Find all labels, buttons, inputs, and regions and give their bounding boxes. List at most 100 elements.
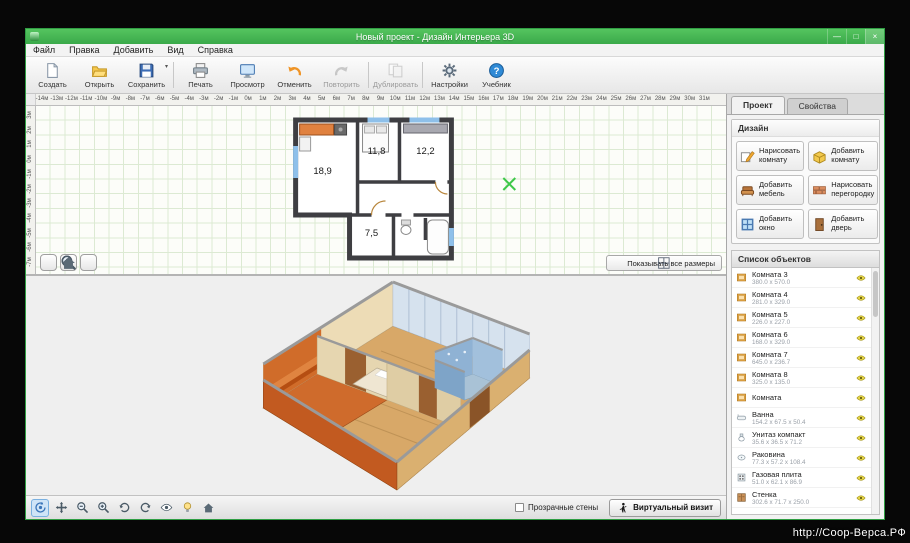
- stove-object-icon: [736, 472, 747, 483]
- object-dimensions: 380.0 x 570.0: [752, 278, 791, 286]
- objects-list-scrollbar[interactable]: [871, 268, 879, 514]
- bath-object-icon: [736, 412, 747, 423]
- menu-item-file[interactable]: Файл: [26, 44, 62, 56]
- menu-item-edit[interactable]: Правка: [62, 44, 106, 56]
- new-icon: [44, 62, 61, 79]
- lighting-tool-button[interactable]: [178, 499, 196, 517]
- zoom-in-3d-tool-button[interactable]: [94, 499, 112, 517]
- add-door-button[interactable]: Добавить дверь: [808, 209, 879, 239]
- rotate-right-tool-button[interactable]: [136, 499, 154, 517]
- add-window-label: Добавить окно: [759, 214, 793, 232]
- checkbox-box[interactable]: [515, 503, 524, 512]
- scrollbar-thumb[interactable]: [873, 271, 878, 317]
- visibility-eye-icon[interactable]: [855, 413, 867, 423]
- room-object-icon: [736, 272, 747, 283]
- objects-list[interactable]: Комната 3 380.0 x 570.0 Комната 4 281.0 x 3…: [731, 268, 880, 515]
- object-info: Стенка 302.6 x 71.7 x 250.0: [752, 490, 850, 506]
- undo-button[interactable]: Отменить: [271, 58, 318, 92]
- object-row[interactable]: Комната 7 645.0 x 236.7: [732, 348, 871, 368]
- title-bar[interactable]: Новый проект - Дизайн Интерьера 3D — □ ×: [26, 29, 884, 44]
- draw-partition-button[interactable]: Нарисовать перегородку: [808, 175, 879, 205]
- object-dimensions: 302.6 x 71.7 x 250.0: [752, 498, 810, 506]
- object-row[interactable]: Ванна 154.2 x 67.5 x 50.4: [732, 408, 871, 428]
- plan-2d-view[interactable]: 3м 2м 1м 0м -1м -2м -3м -4м -5м -6м -7м: [26, 106, 726, 274]
- view-mode-tool-button[interactable]: [157, 499, 175, 517]
- visibility-eye-icon[interactable]: [855, 453, 867, 463]
- tutorial-button[interactable]: ? Учебник: [473, 58, 520, 92]
- visibility-eye-icon[interactable]: [855, 493, 867, 503]
- preview-button[interactable]: Просмотр: [224, 58, 271, 92]
- object-row[interactable]: Унитаз компакт 35.6 x 36.5 x 71.2: [732, 428, 871, 448]
- visibility-eye-icon[interactable]: [855, 273, 867, 283]
- visibility-eye-icon[interactable]: [855, 373, 867, 383]
- new-button[interactable]: Создать: [29, 58, 76, 92]
- object-row[interactable]: Газовая плита 51.0 x 62.1 x 86.9: [732, 468, 871, 488]
- room-object-icon: [736, 352, 747, 363]
- visibility-eye-icon[interactable]: [855, 433, 867, 443]
- rotate-left-tool-button[interactable]: [115, 499, 133, 517]
- visibility-eye-icon[interactable]: [855, 333, 867, 343]
- object-row[interactable]: Комната 3 380.0 x 570.0: [732, 268, 871, 288]
- show-all-sizes-button[interactable]: Показывать все размеры: [606, 255, 722, 271]
- home-2d-button[interactable]: [62, 254, 97, 271]
- minimize-button[interactable]: —: [827, 29, 846, 44]
- open-icon: [91, 62, 108, 79]
- object-row[interactable]: Комната 8 325.0 x 135.0: [732, 368, 871, 388]
- visibility-eye-icon[interactable]: [855, 313, 867, 323]
- object-row[interactable]: Комната 6 168.0 x 329.0: [732, 328, 871, 348]
- home-3d-tool-button[interactable]: [199, 499, 217, 517]
- print-button[interactable]: Печать: [177, 58, 224, 92]
- h-ruler-label: -12м: [65, 96, 78, 102]
- open-button[interactable]: Открыть: [76, 58, 123, 92]
- object-row[interactable]: Комната 4 281.0 x 329.0: [732, 288, 871, 308]
- menu-item-help[interactable]: Справка: [191, 44, 240, 56]
- add-window-button[interactable]: Добавить окно: [736, 209, 805, 239]
- object-row[interactable]: Стенка 302.6 x 71.7 x 250.0: [732, 488, 871, 508]
- cursor-cross-icon: [502, 177, 517, 191]
- plan-grid[interactable]: 18,9 11,8 12,2 7,5 Показывать все размеры: [36, 106, 726, 274]
- transparent-walls-checkbox[interactable]: Прозрачные стены: [515, 503, 598, 512]
- tab-properties[interactable]: Свойства: [786, 98, 848, 114]
- object-dimensions: 281.0 x 329.0: [752, 298, 791, 306]
- add-room-button[interactable]: Добавить комнату: [808, 141, 879, 171]
- view-3d[interactable]: [26, 276, 726, 495]
- draw-room-button[interactable]: Нарисовать комнату: [736, 141, 805, 171]
- main-area: -14м -13м -12м -11м -10м -9м -8м -7м -6м -5м -4м -3…: [26, 94, 884, 519]
- object-row[interactable]: Раковина 77.3 x 57.2 x 108.4: [732, 448, 871, 468]
- tab-project[interactable]: Проект: [731, 96, 785, 114]
- add-furniture-button[interactable]: Добавить мебель: [736, 175, 805, 205]
- pan-tool-button[interactable]: [52, 499, 70, 517]
- menu-item-view[interactable]: Вид: [160, 44, 190, 56]
- pan-icon: [55, 501, 68, 514]
- ruler-corner: [26, 94, 36, 105]
- h-ruler-label: 2м: [273, 96, 282, 102]
- h-ruler-label: 18м: [507, 96, 519, 102]
- object-name: Комната 6: [752, 329, 788, 339]
- visibility-eye-icon[interactable]: [855, 393, 867, 403]
- orbit-tool-button[interactable]: [31, 498, 49, 517]
- maximize-button[interactable]: □: [846, 29, 865, 44]
- v-ruler-label: 2м: [27, 125, 33, 134]
- object-row[interactable]: Комната 5 226.0 x 227.0: [732, 308, 871, 328]
- visibility-eye-icon[interactable]: [855, 473, 867, 483]
- visibility-eye-icon[interactable]: [855, 293, 867, 303]
- object-info: Комната 5 226.0 x 227.0: [752, 310, 850, 326]
- visibility-eye-icon[interactable]: [855, 353, 867, 363]
- save-button[interactable]: Сохранить ▾: [123, 58, 170, 92]
- add-furniture-icon: [740, 183, 755, 198]
- object-row[interactable]: Комната: [732, 388, 871, 408]
- horizontal-ruler: -14м -13м -12м -11м -10м -9м -8м -7м -6м -5м -4м -3…: [26, 94, 726, 106]
- virtual-tour-button[interactable]: Виртуальный визит: [609, 498, 721, 517]
- print-icon: [192, 62, 209, 79]
- settings-button[interactable]: Настройки: [426, 58, 473, 92]
- zoom-out-3d-tool-button[interactable]: [73, 499, 91, 517]
- close-button[interactable]: ×: [865, 29, 884, 44]
- save-dropdown-arrow-icon[interactable]: ▾: [165, 63, 168, 70]
- h-ruler-label: 22м: [566, 96, 578, 102]
- h-ruler-label: 14м: [448, 96, 460, 102]
- menu-item-add[interactable]: Добавить: [107, 44, 161, 56]
- object-dimensions: 51.0 x 62.1 x 86.9: [752, 478, 803, 486]
- save-label: Сохранить: [127, 79, 166, 89]
- h-ruler-label: 23м: [581, 96, 593, 102]
- h-ruler-label: 29м: [669, 96, 681, 102]
